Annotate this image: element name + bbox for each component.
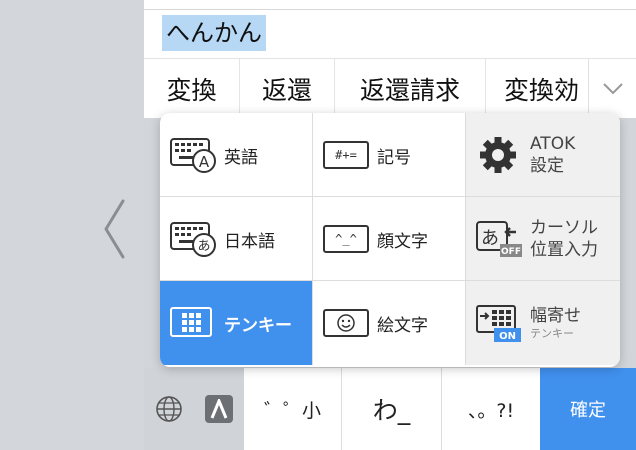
kaomoji-icon-text: ^_^ <box>335 232 357 246</box>
cursor-position-label-2: 位置入力 <box>530 240 598 260</box>
mode-tenkey-label: テンキー <box>224 315 292 336</box>
mode-symbols-label: 記号 <box>377 147 411 168</box>
svg-text:あ: あ <box>197 239 210 254</box>
candidate-2[interactable]: 返還請求 <box>335 59 486 119</box>
mode-emoji-label: 絵文字 <box>377 315 428 336</box>
atok-settings-label-1: ATOK <box>530 134 576 154</box>
mode-kaomoji[interactable]: ^_^ 顔文字 <box>313 197 466 281</box>
off-badge: OFF <box>501 247 521 257</box>
shift-tenkey[interactable]: ON 幅寄せ テンキー <box>466 281 620 365</box>
confirm-key[interactable]: 確定 <box>540 368 636 450</box>
globe-key[interactable] <box>144 368 194 450</box>
gear-icon <box>480 137 516 173</box>
cursor-position-label-1: カーソル <box>530 218 598 238</box>
shift-tenkey-icon: ON <box>476 305 521 342</box>
atok-settings-label: ATOK 設定 <box>530 113 575 197</box>
svg-text:A: A <box>199 153 210 171</box>
back-chevron-icon[interactable] <box>96 194 132 264</box>
mode-tenkey[interactable]: テンキー <box>160 281 313 365</box>
keyboard-hiragana-icon: あ <box>170 222 216 257</box>
mode-kaomoji-label: 顔文字 <box>377 231 428 252</box>
mode-symbols[interactable]: #+= 記号 <box>313 113 466 197</box>
atok-logo-icon <box>205 395 233 423</box>
keyboard-a-icon: A <box>170 138 216 173</box>
shift-tenkey-label-2: テンキー <box>530 327 574 340</box>
atok-logo-glyph <box>210 399 228 419</box>
mode-japanese[interactable]: あ 日本語 <box>160 197 313 281</box>
tenkey-grid-icon <box>170 307 212 337</box>
candidate-1[interactable]: 返還 <box>240 59 335 119</box>
cursor-position-input[interactable]: あ OFF カーソル 位置入力 <box>466 197 620 281</box>
cursor-position-label: カーソル 位置入力 <box>530 197 598 281</box>
atok-key[interactable] <box>194 368 244 450</box>
shift-tenkey-label: 幅寄せ テンキー <box>530 281 581 365</box>
chevron-down-icon <box>602 83 623 95</box>
top-strip <box>144 0 636 10</box>
mode-emoji[interactable]: 絵文字 <box>313 281 466 365</box>
punctuation-key[interactable]: 、。?! <box>442 368 540 450</box>
svg-text:あ: あ <box>481 228 499 249</box>
expand-candidates-button[interactable] <box>588 59 636 119</box>
text-input-area[interactable]: へんかん <box>144 10 636 58</box>
mode-english[interactable]: A 英語 <box>160 113 313 197</box>
atok-settings[interactable]: ATOK 設定 <box>466 113 620 197</box>
smiley-icon <box>323 309 369 337</box>
smiley-face-glyph <box>337 314 355 332</box>
shift-tenkey-label-1: 幅寄せ <box>530 306 581 326</box>
candidate-bar: 変換 返還 返還請求 変換効 <box>144 58 636 119</box>
globe-icon <box>156 396 182 422</box>
composing-text: へんかん <box>162 15 266 51</box>
dakuten-key[interactable]: ゛゜小 <box>244 368 342 450</box>
cursor-position-icon: あ OFF <box>476 221 522 257</box>
wa-key[interactable]: わ_ <box>342 368 442 450</box>
candidate-3[interactable]: 変換効 <box>486 59 588 119</box>
keyboard-bottom-row: ゛゜小 わ_ 、。?! 確定 <box>144 368 636 450</box>
kaomoji-icon: ^_^ <box>323 225 369 253</box>
back-chevron-glyph <box>104 199 125 259</box>
symbol-key-text: #+= <box>335 148 357 162</box>
on-badge: ON <box>499 331 516 342</box>
candidate-0[interactable]: 変換 <box>144 59 240 119</box>
input-mode-popup: A 英語 #+= 記号 ATOK 設定 あ 日本語 ^_^ 顔文字 あ OFF … <box>160 113 620 367</box>
atok-settings-label-2: 設定 <box>530 156 564 176</box>
mode-english-label: 英語 <box>224 147 258 168</box>
mode-japanese-label: 日本語 <box>224 231 275 252</box>
symbol-key-icon: #+= <box>323 141 369 169</box>
